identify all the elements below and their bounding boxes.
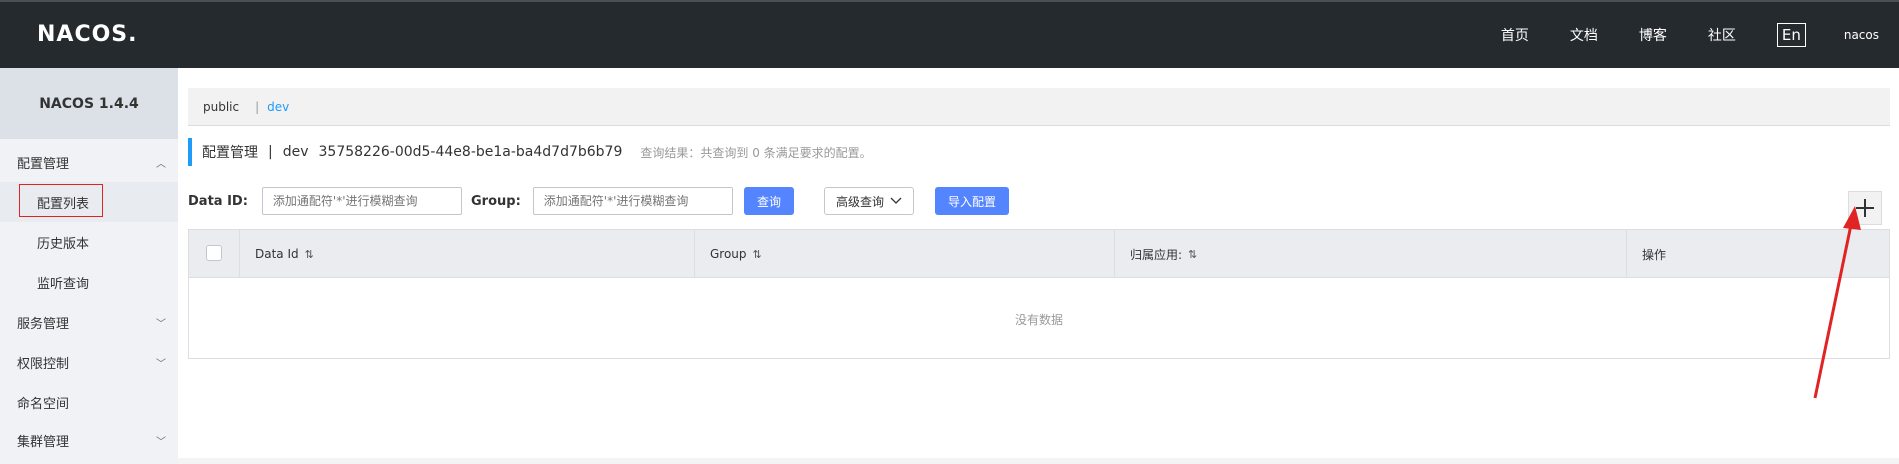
sidebar-item-service-management[interactable]: 服务管理 ﹀ <box>0 302 178 342</box>
sidebar-item-label: 配置管理 <box>17 156 70 172</box>
column-app[interactable]: 归属应用: ⇅ <box>1114 230 1626 278</box>
page-title: 配置管理 | dev 35758226-00d5-44e8-be1a-ba4d7… <box>188 138 872 166</box>
sidebar-item-label: 权限控制 <box>17 356 70 372</box>
sidebar-item-namespace[interactable]: 命名空间 <box>0 382 178 422</box>
namespace-separator: | <box>255 99 260 114</box>
column-label: Data Id <box>255 247 299 261</box>
sidebar-item-cluster-management[interactable]: 集群管理 ﹀ <box>0 420 178 460</box>
empty-table-message: 没有数据 <box>1014 312 1063 327</box>
namespace-dev-link[interactable]: dev <box>267 100 289 114</box>
query-result-hint: 查询结果：共查询到 0 条满足要求的配置。 <box>640 145 872 160</box>
chevron-up-icon: ︿ <box>156 158 166 170</box>
nav-community-link[interactable]: 社区 <box>1708 25 1736 45</box>
user-menu[interactable]: nacos <box>1844 28 1879 42</box>
nav-blog-link[interactable]: 博客 <box>1639 25 1667 45</box>
group-label: Group: <box>471 193 521 209</box>
top-nav-links: 首页 文档 博客 社区 En nacos <box>1460 2 1879 68</box>
import-config-button[interactable]: 导入配置 <box>935 187 1009 215</box>
table-header: Data Id ⇅ Group ⇅ 归属应用: ⇅ 操作 <box>189 230 1889 278</box>
chevron-down-icon: ﹀ <box>156 436 166 448</box>
advanced-search-label: 高级查询 <box>835 194 884 209</box>
title-separator: | <box>268 144 273 160</box>
footer-strip <box>178 458 1899 464</box>
sort-icon[interactable]: ⇅ <box>753 248 762 261</box>
version-label: NACOS 1.4.4 <box>0 68 178 139</box>
sort-icon[interactable]: ⇅ <box>305 248 314 261</box>
data-id-label: Data ID: <box>188 193 248 209</box>
advanced-search-button[interactable]: 高级查询 <box>824 187 914 215</box>
group-filter: Group: <box>471 187 733 215</box>
group-input[interactable] <box>532 187 733 215</box>
page-title-namespace-id: 35758226-00d5-44e8-be1a-ba4d7d7b6b79 <box>318 144 623 160</box>
select-all-checkbox[interactable] <box>206 245 222 261</box>
column-label: Group <box>710 247 747 261</box>
column-group[interactable]: Group ⇅ <box>694 230 1114 278</box>
column-label: 操作 <box>1642 247 1667 262</box>
chevron-down-icon: ﹀ <box>156 358 166 370</box>
nav-home-link[interactable]: 首页 <box>1501 25 1529 45</box>
nav-docs-link[interactable]: 文档 <box>1570 25 1598 45</box>
sidebar-item-listener-query[interactable]: 监听查询 <box>0 262 178 302</box>
page-title-section: 配置管理 <box>202 145 258 161</box>
sidebar-item-config-management[interactable]: 配置管理 ︿ <box>0 142 178 182</box>
search-button[interactable]: 查询 <box>744 187 794 215</box>
sidebar-item-label: 服务管理 <box>17 316 70 332</box>
sidebar-item-history-versions[interactable]: 历史版本 <box>0 222 178 262</box>
sidebar-item-label: 监听查询 <box>37 276 90 292</box>
sidebar-item-label: 历史版本 <box>37 236 90 252</box>
column-label: 归属应用: <box>1130 247 1183 262</box>
sidebar-item-label: 集群管理 <box>17 434 70 450</box>
data-id-input[interactable] <box>261 187 462 215</box>
chevron-down-icon <box>890 197 902 204</box>
annotation-arrow-icon <box>1813 206 1861 399</box>
namespace-public-link[interactable]: public <box>203 100 239 114</box>
language-switch-button[interactable]: En <box>1776 23 1806 47</box>
annotation-highlight-box <box>19 184 103 217</box>
chevron-down-icon: ﹀ <box>156 318 166 330</box>
namespace-bar: public | dev <box>188 88 1890 126</box>
sidebar-item-access-control[interactable]: 权限控制 ﹀ <box>0 342 178 382</box>
top-navigation-bar: NACOS. 首页 文档 博客 社区 En nacos <box>0 0 1899 68</box>
config-table: Data Id ⇅ Group ⇅ 归属应用: ⇅ 操作 没有数据 <box>188 229 1890 359</box>
column-data-id[interactable]: Data Id ⇅ <box>239 230 694 278</box>
sort-icon[interactable]: ⇅ <box>1188 248 1197 261</box>
nacos-logo[interactable]: NACOS. <box>37 22 138 47</box>
data-id-filter: Data ID: <box>188 187 462 215</box>
page-title-namespace: dev <box>282 144 309 160</box>
sidebar-item-label: 命名空间 <box>17 396 70 412</box>
